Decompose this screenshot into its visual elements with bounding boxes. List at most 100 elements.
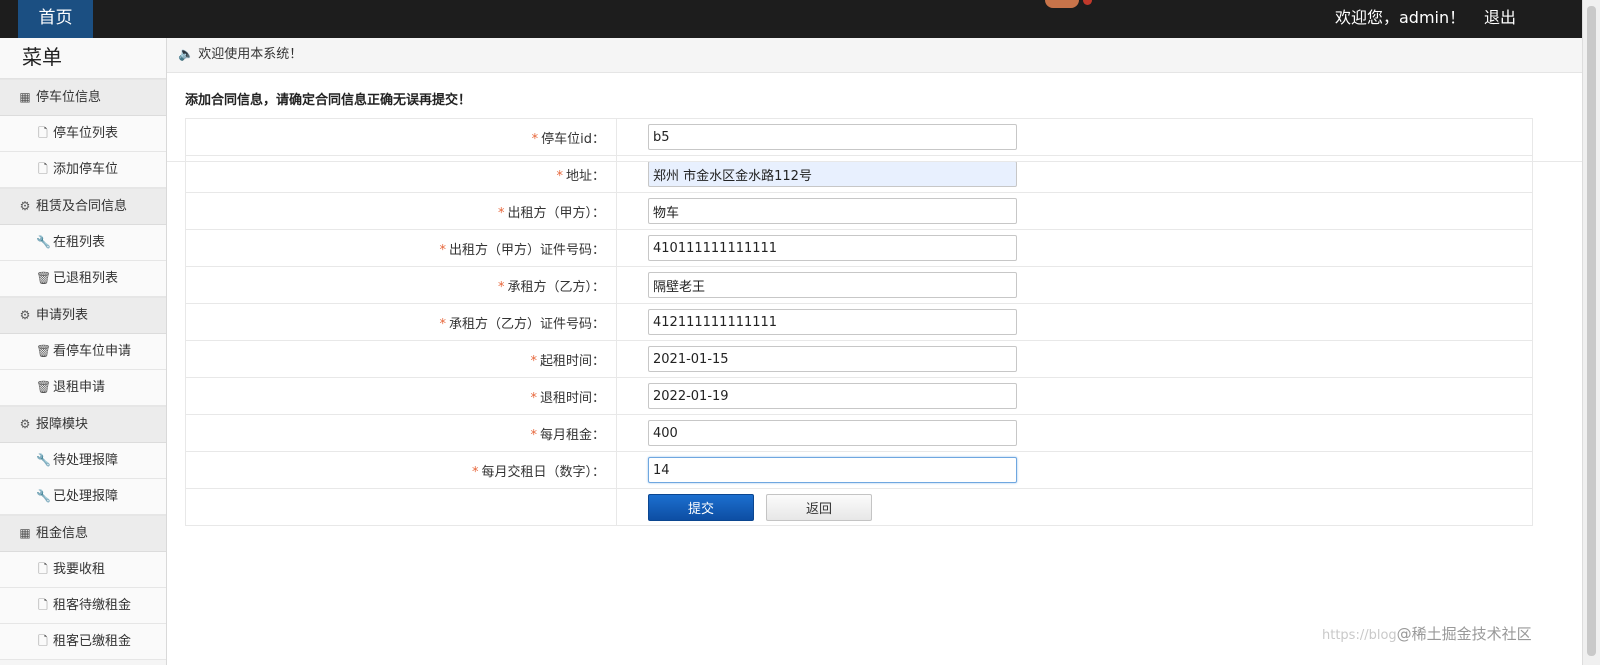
menu-item-label: 退租申请 [53,380,106,395]
file-icon: 🗋 [38,126,48,140]
form-row: * 出租方（甲方）： [185,192,1533,230]
lessor-input[interactable] [648,198,1017,224]
logo-icon [1045,0,1095,9]
field-label: 每月交租日（数字）： [481,464,605,480]
menu-item-paid-rent[interactable]: 🗋 租客已缴租金 [0,624,166,660]
menu-group-label: 停车位信息 [36,90,102,105]
form-title: 添加合同信息，请确定合同信息正确无误再提交！ [185,93,472,108]
trash-icon: 🗑 [36,271,52,285]
top-navbar: 首页 欢迎您，admin！ 退出 [0,0,1582,38]
menu-item-pending-repairs[interactable]: 🔧 待处理报障 [0,443,166,479]
form-row: * 起租时间： [185,340,1533,378]
required-mark: * [530,427,537,443]
menu-item-label: 看停车位申请 [53,344,132,359]
field-label: 承租方（乙方）证件号码： [448,316,605,332]
menu-item-view-parking-applications[interactable]: 🗑 看停车位申请 [0,334,166,370]
required-mark: * [497,279,505,295]
sidebar-menu: 菜单 ▦ 停车位信息 🗋 停车位列表 🗋 添加停车位 ⚙ 租赁及合同信息 🔧 在租列表 🗑… [0,38,167,665]
form-row: * 承租方（乙方）证件号码： [185,303,1533,341]
menu-item-collect-rent[interactable]: 🗋 我要收租 [0,552,166,588]
field-label: 每月租金： [539,427,605,443]
field-label: 停车位id： [541,131,605,147]
list-icon: ▦ [19,90,31,104]
parking-id-input[interactable] [648,124,1017,150]
required-mark: * [556,168,563,184]
form-row: * 退租时间： [185,377,1533,415]
watermark: https://blog@稀土掘金技术社区 [1322,623,1532,644]
field-label: 起租时间： [539,353,605,369]
monthly-rent-input[interactable] [648,420,1017,446]
menu-item-handled-repairs[interactable]: 🔧 已处理报障 [0,479,166,515]
submit-button[interactable]: 提交 [648,493,754,521]
menu-item-leasing-list[interactable]: 🔧 在租列表 [0,225,166,261]
menu-group-lease-contract[interactable]: ⚙ 租赁及合同信息 [0,188,166,225]
file-icon: 🗋 [38,598,48,612]
field-label: 退租时间： [539,390,605,406]
menu-item-unpaid-rent[interactable]: 🗋 租客待缴租金 [0,588,166,624]
list-icon: ▦ [19,526,31,540]
welcome-user-text: 欢迎您，admin！ [1335,8,1466,27]
file-icon: 🗋 [38,634,48,648]
lessee-input[interactable] [648,272,1017,298]
required-mark: * [439,242,446,258]
notice-bar: 🔈 欢迎使用本系统！ [167,38,1582,73]
menu-item-add-parking[interactable]: 🗋 添加停车位 [0,152,166,188]
menu-item-label: 租客待缴租金 [53,598,132,613]
menu-item-return-applications[interactable]: 🗑 退租申请 [0,370,166,406]
menu-group-repairs[interactable]: ⚙ 报障模块 [0,406,166,443]
gear-icon: ⚙ [19,308,31,322]
end-date-input[interactable] [648,383,1017,409]
field-label: 地址： [565,168,605,184]
menu-group-label: 报障模块 [36,417,89,432]
menu-group-parking-info[interactable]: ▦ 停车位信息 [0,79,166,116]
rent-day-input[interactable] [648,457,1017,483]
required-mark: * [471,464,479,480]
wrench-icon: 🔧 [36,235,51,249]
menu-item-label: 已处理报障 [53,489,119,504]
start-date-input[interactable] [648,346,1017,372]
menu-item-label: 租客已缴租金 [53,634,132,649]
scrollbar-thumb[interactable] [1587,6,1596,656]
menu-item-label: 已退租列表 [53,271,119,286]
back-button[interactable]: 返回 [766,493,872,521]
trash-icon: 🗑 [36,344,52,358]
watermark-text: @稀土掘金技术社区 [1396,625,1532,643]
contract-form: *停车位id： *地址： *出租方（甲方）： *出租方（甲方）证件号码： *承租… [185,118,1533,526]
menu-item-label: 我要收租 [53,562,106,577]
menu-item-label: 待处理报障 [53,453,119,468]
field-label: 承租方（乙方）： [507,279,605,295]
lessor-id-number-input[interactable] [648,235,1017,261]
menu-title: 菜单 [0,38,166,79]
logout-link[interactable]: 退出 [1484,0,1516,38]
lessee-id-number-input[interactable] [648,309,1017,335]
address-input[interactable] [648,161,1017,187]
menu-group-applications[interactable]: ⚙ 申请列表 [0,297,166,334]
menu-item-label: 在租列表 [53,235,106,250]
form-row: * 出租方（甲方）证件号码： [185,229,1533,267]
wrench-icon: 🔧 [36,489,51,503]
menu-group-rent[interactable]: ▦ 租金信息 [0,515,166,552]
file-icon: 🗋 [38,562,48,576]
form-actions-row: 提交 返回 [185,488,1533,526]
menu-group-label: 租金信息 [36,526,89,541]
required-mark: * [531,131,539,147]
menu-item-label: 停车位列表 [53,126,119,141]
menu-item-returned-list[interactable]: 🗑 已退租列表 [0,261,166,297]
form-row: * 停车位id： [185,118,1533,156]
wrench-icon: 🔧 [36,453,51,467]
trash-icon: 🗑 [36,380,52,394]
field-label: 出租方（甲方）： [507,205,605,221]
gear-icon: ⚙ [19,417,31,431]
required-mark: * [530,353,537,369]
form-row: * 每月租金： [185,414,1533,452]
home-tab[interactable]: 首页 [18,0,93,38]
page-scrollbar[interactable] [1582,0,1600,665]
file-icon: 🗋 [38,162,48,176]
required-mark: * [497,205,505,221]
required-mark: * [439,316,446,332]
field-label: 出租方（甲方）证件号码： [448,242,605,258]
menu-group-label: 租赁及合同信息 [36,199,128,214]
menu-item-parking-list[interactable]: 🗋 停车位列表 [0,116,166,152]
watermark-url: https://blog [1322,628,1397,643]
menu-group-label: 申请列表 [36,308,89,323]
